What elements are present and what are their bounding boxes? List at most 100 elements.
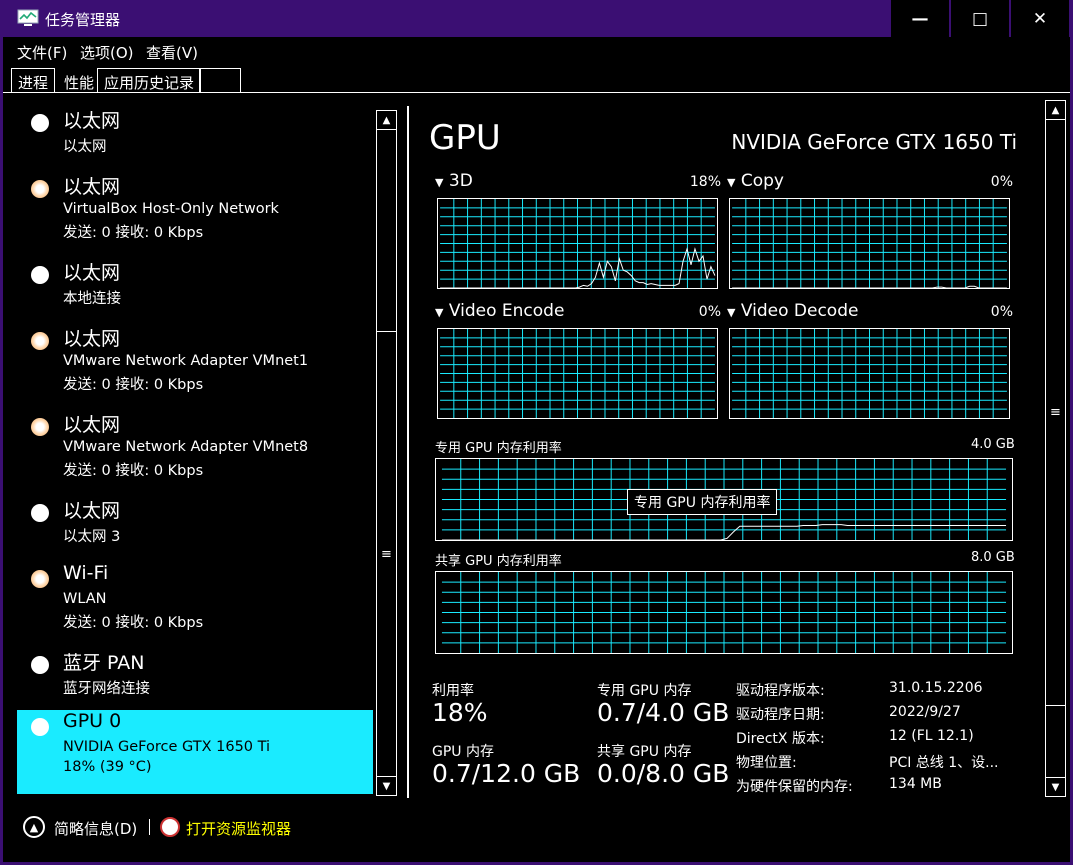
maximize-button[interactable]: □ — [951, 0, 1009, 37]
scroll-down-icon[interactable]: ▼ — [1046, 777, 1065, 796]
util-value: 18% — [432, 698, 488, 727]
status-dot-icon — [31, 504, 49, 522]
sidebar-item-title: Wi-Fi — [63, 562, 109, 584]
sidebar-item-subtitle: WLAN — [63, 591, 107, 607]
info-directx-value: 12 (FL 12.1) — [889, 728, 974, 744]
dedicated-mem-stat-label: 专用 GPU 内存 — [597, 683, 692, 699]
status-dot-icon — [31, 656, 49, 674]
sidebar-item[interactable]: 以太网 VMware Network Adapter VMnet1 发送: 0 接收… — [17, 324, 373, 404]
engine-dropdown-video-decode[interactable]: ▼ Video Decode — [727, 301, 858, 321]
minimize-button[interactable]: — — [891, 0, 949, 37]
title-bar[interactable]: 任务管理器 — □ ✕ — [3, 0, 1070, 37]
resource-monitor-icon — [160, 817, 180, 837]
dropdown-arrow-icon: ▼ — [727, 176, 736, 189]
main-scrollbar[interactable]: ▲ ≡ ▼ — [1045, 100, 1066, 797]
sidebar-item-detail: 18% (39 °C) — [63, 759, 152, 775]
sidebar-item[interactable]: 以太网 以太网 — [17, 106, 373, 164]
footer-separator — [149, 819, 150, 835]
engine-dropdown-copy[interactable]: ▼ Copy — [727, 171, 784, 191]
tab-performance[interactable]: 性能 — [57, 68, 101, 93]
sidebar-item[interactable]: 蓝牙 PAN 蓝牙网络连接 — [17, 648, 373, 706]
info-reserved-mem-label: 为硬件保留的内存: — [736, 779, 853, 795]
gpu-details-panel: GPU NVIDIA GeForce GTX 1650 Ti ▼ 3D 18% … — [411, 100, 1043, 800]
grip-icon: ≡ — [1050, 405, 1061, 420]
window-title: 任务管理器 — [45, 11, 121, 29]
sidebar-item-subtitle: VirtualBox Host-Only Network — [63, 201, 279, 217]
sidebar-item[interactable]: 以太网 VirtualBox Host-Only Network 发送: 0 接收:… — [17, 172, 373, 252]
scroll-thumb[interactable]: ≡ — [1046, 119, 1065, 706]
footer-bar: ▲ 简略信息(D) 打开资源监视器 — [3, 808, 1070, 848]
engine-pct-3d: 18% — [689, 174, 721, 190]
sidebar-item-subtitle: 蓝牙网络连接 — [63, 681, 150, 697]
engine-pct-video-decode: 0% — [990, 304, 1013, 320]
sidebar-item-title: GPU 0 — [63, 710, 122, 732]
sidebar-item-subtitle: 本地连接 — [63, 291, 121, 307]
minimize-icon: — — [911, 8, 929, 29]
scroll-up-icon[interactable]: ▲ — [1046, 101, 1065, 120]
tab-more[interactable] — [199, 68, 241, 93]
info-driver-version-value: 31.0.15.2206 — [889, 680, 983, 696]
scroll-down-icon[interactable]: ▼ — [377, 776, 396, 795]
engine-pct-copy: 0% — [990, 174, 1013, 190]
menu-bar: 文件(F) 选项(O) 查看(V) — [3, 37, 1070, 65]
sidebar-item-title: 蓝牙 PAN — [63, 652, 145, 674]
info-driver-date-label: 驱动程序日期: — [736, 707, 825, 723]
sidebar-item-title: 以太网 — [63, 414, 121, 436]
close-icon: ✕ — [1032, 8, 1048, 29]
menu-file[interactable]: 文件(F) — [17, 42, 67, 63]
shared-mem-stat-value: 0.0/8.0 GB — [597, 759, 730, 788]
sidebar-item[interactable]: Wi-Fi WLAN 发送: 0 接收: 0 Kbps — [17, 562, 373, 642]
status-dot-icon — [31, 180, 49, 198]
dedicated-mem-max: 4.0 GB — [971, 437, 1015, 452]
status-dot-icon — [31, 332, 49, 350]
sidebar-item-subtitle: VMware Network Adapter VMnet1 — [63, 353, 309, 369]
page-title: GPU — [429, 118, 501, 158]
sidebar-scrollbar[interactable]: ▲ ≡ ▼ — [376, 110, 397, 796]
resource-sidebar: 以太网 以太网 以太网 VirtualBox Host-Only Network 发送:… — [13, 106, 399, 798]
gpu-mem-value: 0.7/12.0 GB — [432, 759, 581, 788]
dropdown-arrow-icon: ▼ — [435, 176, 444, 189]
tab-bar: 进程 性能 应用历史记录 — [3, 66, 1070, 93]
pane-divider[interactable] — [407, 106, 409, 798]
status-dot-icon — [31, 418, 49, 436]
sidebar-item[interactable]: 以太网 VMware Network Adapter VMnet8 发送: 0 接收… — [17, 410, 373, 490]
info-directx-label: DirectX 版本: — [736, 731, 825, 747]
grip-icon: ≡ — [381, 546, 392, 562]
status-dot-icon — [31, 266, 49, 284]
scroll-thumb[interactable]: ≡ — [377, 331, 396, 777]
tab-app-history[interactable]: 应用历史记录 — [97, 68, 202, 93]
task-manager-window: 任务管理器 — □ ✕ 文件(F) 选项(O) 查看(V) 进程 性能 应用历史… — [0, 0, 1073, 865]
engine-label-copy: Copy — [740, 171, 784, 191]
open-resource-monitor-link[interactable]: 打开资源监视器 — [186, 818, 291, 839]
close-button[interactable]: ✕ — [1011, 0, 1069, 37]
gpu-model-name: NVIDIA GeForce GTX 1650 Ti — [731, 130, 1017, 154]
menu-view[interactable]: 查看(V) — [146, 42, 198, 63]
graph-3d — [437, 198, 718, 289]
graph-video-encode — [437, 328, 718, 419]
graph-video-decode — [729, 328, 1010, 419]
sidebar-item-subtitle: 以太网 3 — [63, 529, 121, 545]
dedicated-mem-stat-value: 0.7/4.0 GB — [597, 698, 730, 727]
status-dot-icon — [31, 114, 49, 132]
dropdown-arrow-icon: ▼ — [727, 306, 736, 319]
util-label: 利用率 — [432, 683, 474, 699]
sidebar-item-detail: 发送: 0 接收: 0 Kbps — [63, 225, 204, 241]
tab-processes[interactable]: 进程 — [11, 68, 56, 93]
menu-options[interactable]: 选项(O) — [80, 42, 134, 63]
maximize-icon: □ — [971, 8, 989, 29]
engine-dropdown-3d[interactable]: ▼ 3D — [435, 171, 473, 191]
sidebar-item[interactable]: 以太网 以太网 3 — [17, 496, 373, 554]
info-driver-version-label: 驱动程序版本: — [736, 683, 825, 699]
sidebar-item[interactable]: 以太网 本地连接 — [17, 258, 373, 316]
engine-dropdown-video-encode[interactable]: ▼ Video Encode — [435, 301, 564, 321]
graph-tooltip: 专用 GPU 内存利用率 — [627, 489, 778, 515]
scroll-up-icon[interactable]: ▲ — [377, 111, 396, 130]
engine-label-video-decode: Video Decode — [740, 301, 859, 321]
sidebar-item[interactable]: GPU 0 NVIDIA GeForce GTX 1650 Ti 18% (39 °… — [17, 710, 373, 794]
engine-pct-video-encode: 0% — [698, 304, 721, 320]
gpu-mem-label: GPU 内存 — [432, 744, 494, 760]
chevron-up-icon[interactable]: ▲ — [23, 816, 45, 838]
sidebar-item-detail: 发送: 0 接收: 0 Kbps — [63, 463, 204, 479]
dropdown-arrow-icon: ▼ — [435, 306, 444, 319]
fewer-details-button[interactable]: 简略信息(D) — [54, 818, 137, 839]
